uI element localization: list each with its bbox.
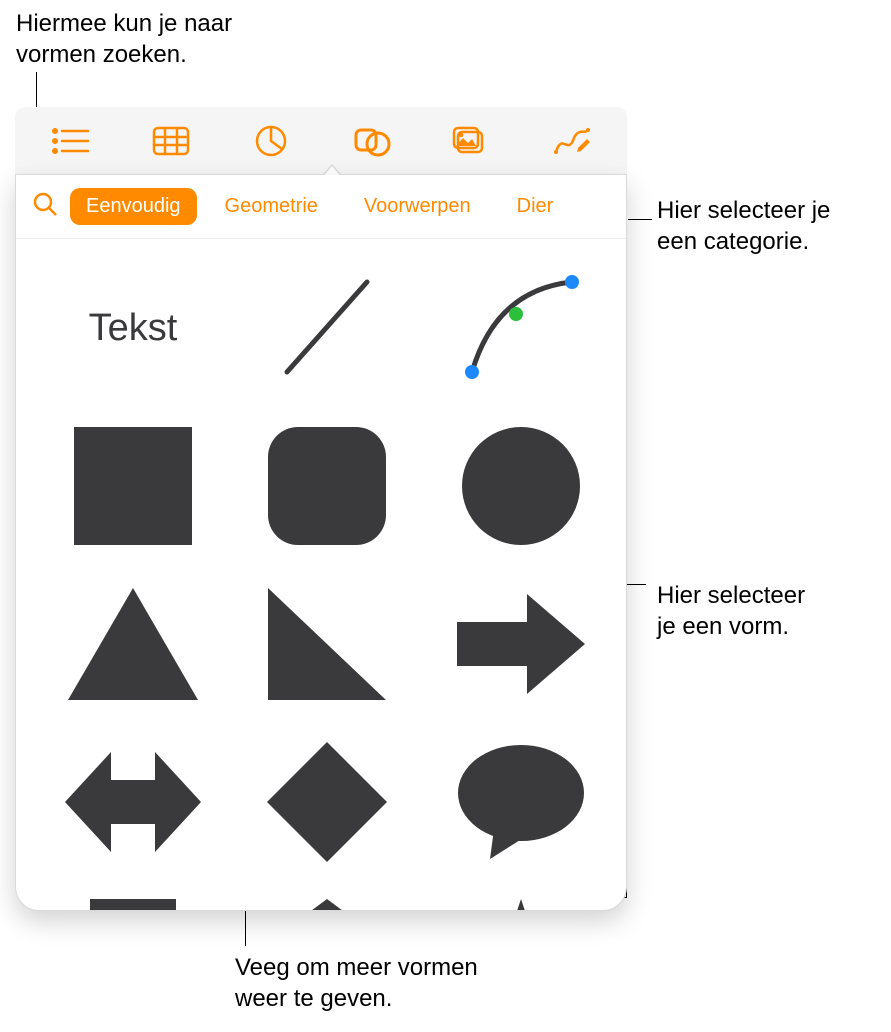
- hat-shape[interactable]: [56, 895, 210, 911]
- text-shape[interactable]: Tekst: [56, 263, 210, 393]
- callout-shape: Hier selecteer je een vorm.: [657, 580, 805, 642]
- draw-icon[interactable]: [521, 107, 621, 174]
- square-shape[interactable]: [56, 421, 210, 551]
- category-geometrie[interactable]: Geometrie: [209, 188, 334, 225]
- right-triangle-shape[interactable]: [250, 579, 404, 709]
- callout-swipe: Veeg om meer vormen weer te geven.: [235, 952, 478, 1014]
- list-icon[interactable]: [21, 107, 121, 174]
- table-icon[interactable]: [121, 107, 221, 174]
- arrow-bidir-shape[interactable]: [56, 737, 210, 867]
- shapes-popover: Eenvoudig Geometrie Voorwerpen Dier Teks…: [15, 175, 627, 911]
- speech-bubble-shape[interactable]: [444, 737, 598, 867]
- category-voorwerpen[interactable]: Voorwerpen: [348, 188, 487, 225]
- category-eenvoudig[interactable]: Eenvoudig: [70, 188, 197, 225]
- shapes-grid[interactable]: Tekst: [16, 239, 626, 911]
- curve-shape[interactable]: [444, 263, 598, 393]
- search-icon[interactable]: [32, 191, 58, 222]
- callout-search: Hiermee kun je naar vormen zoeken.: [16, 8, 232, 70]
- triangle-shape[interactable]: [56, 579, 210, 709]
- star-shape[interactable]: [444, 895, 598, 911]
- chart-icon[interactable]: [221, 107, 321, 174]
- pentagon-shape[interactable]: [250, 895, 404, 911]
- text-shape-label: Tekst: [89, 307, 178, 350]
- category-dier[interactable]: Dier: [501, 188, 570, 225]
- arrow-right-shape[interactable]: [444, 579, 598, 709]
- callout-category-line: [628, 219, 652, 220]
- rounded-square-shape[interactable]: [250, 421, 404, 551]
- line-shape[interactable]: [250, 263, 404, 393]
- circle-shape[interactable]: [444, 421, 598, 551]
- diamond-shape[interactable]: [250, 737, 404, 867]
- media-icon[interactable]: [421, 107, 521, 174]
- callout-category: Hier selecteer je een categorie.: [657, 195, 830, 257]
- callout-swipe-line: [245, 908, 246, 946]
- category-bar: Eenvoudig Geometrie Voorwerpen Dier: [16, 175, 626, 239]
